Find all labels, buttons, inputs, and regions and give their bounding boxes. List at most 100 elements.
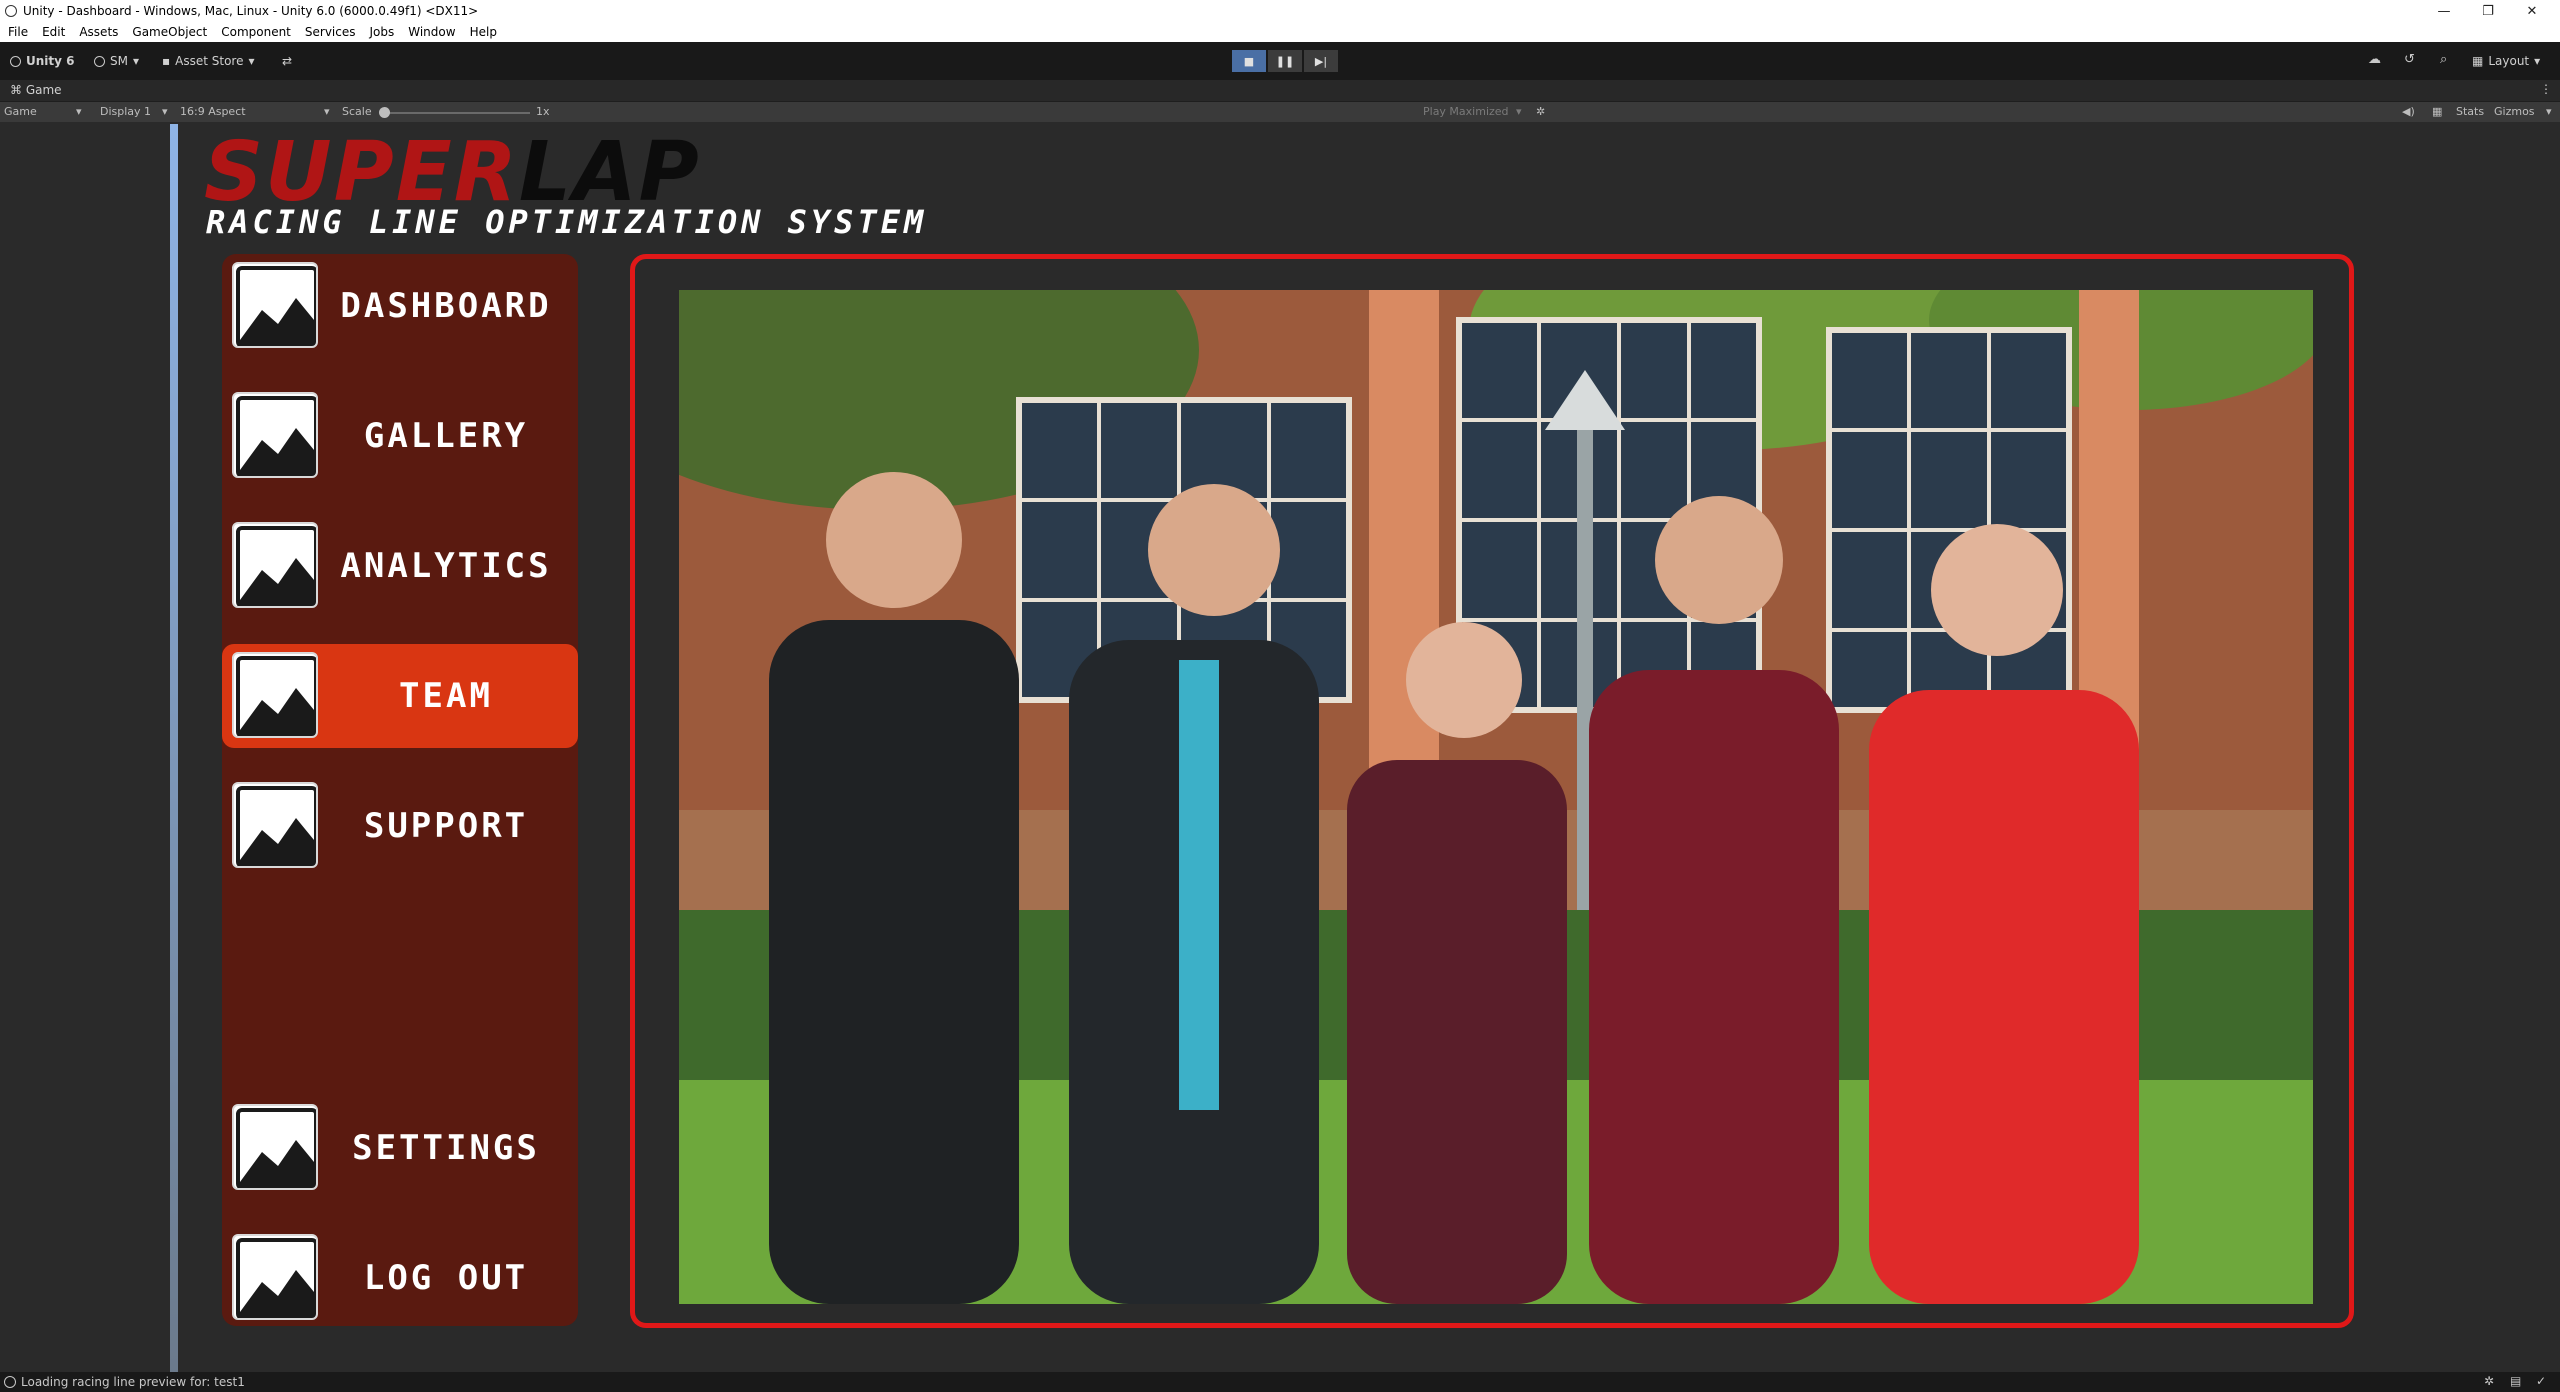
scale-value: 1x bbox=[536, 105, 550, 118]
menu-gameobject[interactable]: GameObject bbox=[132, 25, 207, 39]
nav-item-team[interactable]: TEAM bbox=[222, 644, 578, 748]
check-icon[interactable]: ✓ bbox=[2536, 1374, 2546, 1388]
unity-icon bbox=[10, 55, 21, 67]
image-icon bbox=[232, 392, 318, 478]
menu-file[interactable]: File bbox=[8, 25, 28, 39]
menu-edit[interactable]: Edit bbox=[42, 25, 65, 39]
left-accent-bar bbox=[170, 124, 178, 1372]
asset-store-label: Asset Store bbox=[175, 54, 244, 68]
nav-item-support[interactable]: SUPPORT bbox=[222, 774, 578, 878]
asset-store-dropdown[interactable]: ▪ Asset Store ▾ bbox=[162, 52, 255, 70]
nav-label-log-out: LOG OUT bbox=[363, 1258, 529, 1298]
content-panel bbox=[630, 254, 2354, 1328]
search-icon[interactable]: ⌕ bbox=[2440, 52, 2447, 67]
chevron-down-icon: ▾ bbox=[2546, 105, 2552, 118]
gizmos-button[interactable]: Gizmos bbox=[2494, 105, 2535, 118]
image-icon bbox=[232, 1234, 318, 1320]
nav-label-settings: SETTINGS bbox=[352, 1128, 540, 1168]
window-titlebar: Unity - Dashboard - Windows, Mac, Linux … bbox=[0, 0, 2560, 22]
pause-button[interactable]: ❚❚ bbox=[1268, 50, 1302, 72]
pause-icon: ❚❚ bbox=[1275, 54, 1295, 68]
status-message-text: Loading racing line preview for: test1 bbox=[21, 1375, 245, 1389]
nav-label-dashboard: DASHBOARD bbox=[340, 286, 552, 326]
game-view-controls: Game ▾ Display 1 ▾ 16:9 Aspect ▾ Scale 1… bbox=[0, 102, 2560, 122]
info-icon bbox=[4, 1376, 16, 1388]
layout-label: Layout bbox=[2488, 54, 2530, 68]
scale-label: Scale bbox=[342, 105, 372, 118]
menu-services[interactable]: Services bbox=[305, 25, 356, 39]
bag-icon: ▪ bbox=[162, 54, 171, 68]
menu-window[interactable]: Window bbox=[408, 25, 455, 39]
step-icon: ▶| bbox=[1314, 54, 1328, 68]
menu-bar: File Edit Assets GameObject Component Se… bbox=[0, 22, 2560, 42]
account-icon bbox=[94, 55, 105, 67]
chevron-down-icon: ▾ bbox=[76, 105, 82, 118]
layout-icon: ▦ bbox=[2472, 54, 2484, 68]
unity-button[interactable]: Unity 6 bbox=[10, 52, 75, 70]
image-icon bbox=[232, 522, 318, 608]
tab-game[interactable]: ⌘ Game bbox=[10, 83, 62, 97]
menu-component[interactable]: Component bbox=[221, 25, 291, 39]
nav-item-dashboard[interactable]: DASHBOARD bbox=[222, 254, 578, 358]
image-icon bbox=[232, 782, 318, 868]
layout-dropdown[interactable]: ▦ Layout ▾ bbox=[2472, 52, 2540, 70]
audio-icon[interactable]: ◀) bbox=[2402, 105, 2415, 118]
stop-button[interactable]: ■ bbox=[1232, 50, 1266, 72]
game-mode-dropdown[interactable]: Game bbox=[4, 105, 37, 118]
stop-icon: ■ bbox=[1243, 54, 1255, 68]
account-label: SM bbox=[110, 54, 128, 68]
stats-button[interactable]: Stats bbox=[2456, 105, 2484, 118]
scale-slider-handle[interactable] bbox=[379, 107, 390, 118]
nav-label-support: SUPPORT bbox=[363, 806, 529, 846]
chevron-down-icon: ▾ bbox=[324, 105, 330, 118]
nav-item-log-out[interactable]: LOG OUT bbox=[222, 1226, 578, 1330]
scale-slider-track[interactable] bbox=[386, 112, 530, 114]
history-icon[interactable]: ↺ bbox=[2404, 52, 2415, 67]
menu-help[interactable]: Help bbox=[470, 25, 497, 39]
sidebar-nav: DASHBOARD GALLERY ANALYTICS TEAM SUPPORT… bbox=[222, 254, 578, 1326]
minimize-button[interactable]: — bbox=[2426, 0, 2462, 22]
close-button[interactable]: ✕ bbox=[2514, 0, 2550, 22]
superlap-logo: SUPERLAP bbox=[204, 132, 701, 214]
play-mode-dropdown[interactable]: Play Maximized bbox=[1423, 105, 1509, 118]
nav-label-analytics: ANALYTICS bbox=[340, 546, 552, 586]
unity-logo-icon bbox=[5, 5, 17, 17]
step-button[interactable]: ▶| bbox=[1304, 50, 1338, 72]
grid-icon[interactable]: ▦ bbox=[2432, 105, 2442, 118]
chevron-down-icon: ▾ bbox=[1516, 105, 1522, 118]
play-controls: ■ ❚❚ ▶| bbox=[1232, 50, 1338, 72]
unity-label: Unity 6 bbox=[26, 54, 75, 68]
chevron-down-icon: ▾ bbox=[248, 54, 255, 68]
menu-assets[interactable]: Assets bbox=[79, 25, 118, 39]
network-icon[interactable]: ▤ bbox=[2510, 1374, 2521, 1388]
menu-jobs[interactable]: Jobs bbox=[370, 25, 395, 39]
cloud-icon[interactable]: ☁ bbox=[2368, 52, 2381, 67]
chevron-down-icon: ▾ bbox=[162, 105, 168, 118]
image-icon bbox=[232, 262, 318, 348]
nav-label-gallery: GALLERY bbox=[363, 416, 529, 456]
maximize-button[interactable]: ❐ bbox=[2470, 0, 2506, 22]
nav-item-analytics[interactable]: ANALYTICS bbox=[222, 514, 578, 618]
bug-icon[interactable]: ✲ bbox=[1536, 105, 1545, 118]
image-icon bbox=[232, 652, 318, 738]
chevron-down-icon: ▾ bbox=[2534, 54, 2541, 68]
team-photo bbox=[679, 290, 2313, 1304]
nav-item-gallery[interactable]: GALLERY bbox=[222, 384, 578, 488]
image-icon bbox=[232, 1104, 318, 1190]
app-subtitle: RACING LINE OPTIMIZATION SYSTEM bbox=[206, 203, 928, 241]
version-control-icon: ⇄ bbox=[282, 54, 293, 68]
window-title: Unity - Dashboard - Windows, Mac, Linux … bbox=[23, 4, 479, 18]
bug-icon[interactable]: ✲ bbox=[2484, 1374, 2494, 1388]
gamepad-icon: ⌘ bbox=[10, 83, 22, 97]
nav-item-settings[interactable]: SETTINGS bbox=[222, 1096, 578, 1200]
account-dropdown[interactable]: SM ▾ bbox=[94, 52, 139, 70]
more-options-icon[interactable]: ⋮ bbox=[2540, 82, 2552, 96]
status-message[interactable]: Loading racing line preview for: test1 bbox=[4, 1375, 245, 1389]
editor-toolbar: Unity 6 SM ▾ ▪ Asset Store ▾ ⇄ ■ ❚❚ ▶| ☁… bbox=[0, 42, 2560, 80]
aspect-dropdown[interactable]: 16:9 Aspect bbox=[180, 105, 246, 118]
display-dropdown[interactable]: Display 1 bbox=[100, 105, 151, 118]
status-bar: Loading racing line preview for: test1 ✲… bbox=[0, 1372, 2560, 1392]
chevron-down-icon: ▾ bbox=[132, 54, 140, 68]
game-tab-bar: ⌘ Game ⋮ bbox=[0, 80, 2560, 102]
version-control-button[interactable]: ⇄ bbox=[282, 52, 292, 70]
